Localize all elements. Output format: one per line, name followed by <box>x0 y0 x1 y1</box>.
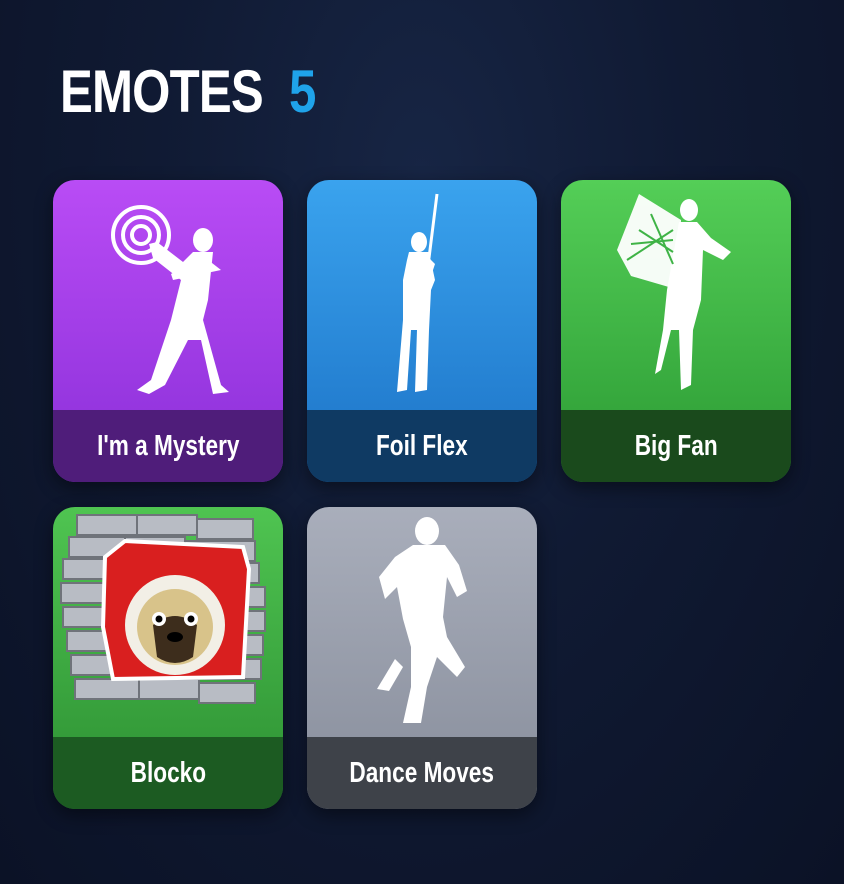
emote-card-blocko[interactable]: Blocko <box>53 507 283 809</box>
emote-count: 5 <box>289 58 317 125</box>
emote-card-big-fan[interactable]: Big Fan <box>561 180 791 482</box>
emote-card-foil-flex[interactable]: Foil Flex <box>307 180 537 482</box>
page-title: EMOTES <box>60 58 264 125</box>
emote-label-bar: Foil Flex <box>307 410 537 482</box>
dancer-sword-icon <box>397 193 439 392</box>
emotes-header: EMOTES 5 <box>60 62 323 122</box>
dancer-silhouette-icon <box>377 517 467 723</box>
emote-name: Foil Flex <box>376 429 468 462</box>
emote-name: Big Fan <box>634 429 718 462</box>
emote-label-bar: Blocko <box>53 737 283 809</box>
dancer-mystery-icon <box>111 205 229 394</box>
dancer-fan-icon <box>617 194 731 390</box>
emote-label-bar: Big Fan <box>561 410 791 482</box>
emote-label-bar: I'm a Mystery <box>53 410 283 482</box>
emote-card-im-a-mystery[interactable]: I'm a Mystery <box>53 180 283 482</box>
emote-name: Blocko <box>130 756 206 789</box>
pug-spray-icon <box>60 514 266 704</box>
emote-name: Dance Moves <box>349 756 495 789</box>
emote-name: I'm a Mystery <box>96 429 240 462</box>
emote-card-dance-moves[interactable]: Dance Moves <box>307 507 537 809</box>
emote-label-bar: Dance Moves <box>307 737 537 809</box>
